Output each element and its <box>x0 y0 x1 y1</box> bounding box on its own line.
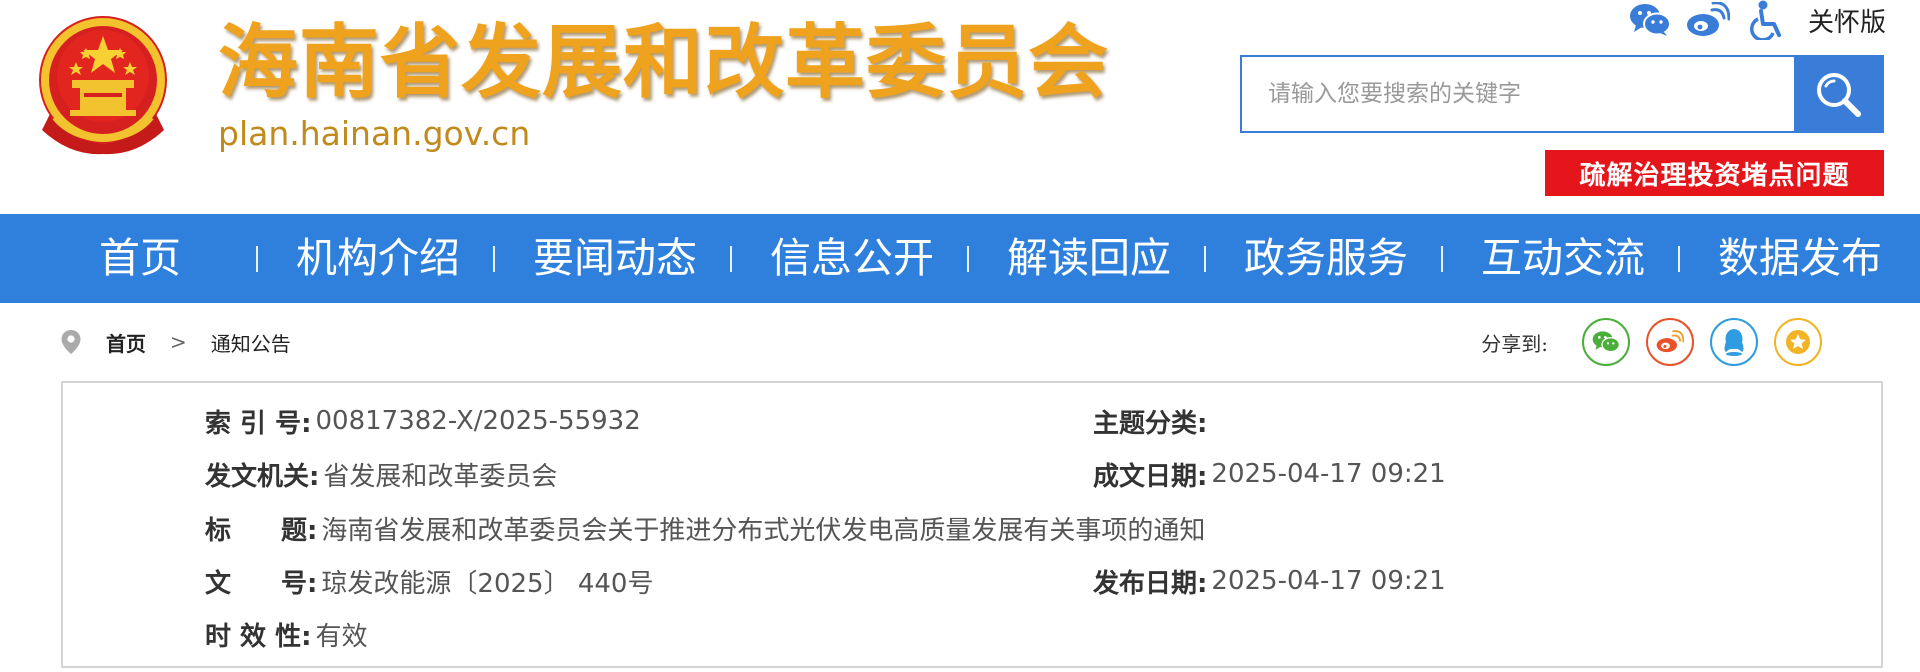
care-mode-link[interactable]: 关怀版 <box>1802 2 1886 39</box>
wechat-icon[interactable] <box>1628 0 1672 40</box>
nav-item-services[interactable]: 政务服务 <box>1244 214 1408 303</box>
topic-row: 主题分类: <box>1093 401 1211 441</box>
site-domain: plan.hainan.gov.cn <box>218 114 531 153</box>
share-favorite-button[interactable] <box>1774 318 1822 366</box>
nav-separator <box>967 246 969 272</box>
breadcrumb-separator: > <box>170 330 187 354</box>
title-label-first: 标 <box>205 515 232 546</box>
nav-separator <box>1441 246 1443 272</box>
nav-item-disclosure[interactable]: 信息公开 <box>770 214 934 303</box>
document-number-label-first: 文 <box>205 568 232 599</box>
share-bar: 分享到: <box>1481 316 1822 368</box>
wechat-icon <box>1592 331 1620 353</box>
document-info-panel: 索 引 号: 00817382-X/2025-55932 发文机关: 省发展和改… <box>61 381 1883 668</box>
weibo-icon[interactable] <box>1686 0 1730 40</box>
search-input[interactable] <box>1242 57 1794 131</box>
nav-item-interpretation[interactable]: 解读回应 <box>1007 214 1171 303</box>
validity-label: 时 效 性: <box>205 621 312 652</box>
nav-separator <box>1678 246 1680 272</box>
nav-separator <box>730 246 732 272</box>
breadcrumb: 首页 > 通知公告 <box>60 322 291 362</box>
search-icon <box>1817 73 1861 117</box>
nav-separator <box>493 246 495 272</box>
document-number-row: 文 号: 琼发改能源〔2025〕 440号 <box>205 561 653 601</box>
weibo-icon <box>1656 330 1684 353</box>
created-date-row: 成文日期: 2025-04-17 09:21 <box>1093 454 1446 494</box>
index-number-label: 索 引 号: <box>205 408 312 439</box>
issuer-row: 发文机关: 省发展和改革委员会 <box>205 454 557 494</box>
created-date-label: 成文日期: <box>1093 461 1208 492</box>
qq-icon <box>1724 329 1744 356</box>
star-icon <box>1786 330 1810 354</box>
published-date-label: 发布日期: <box>1093 568 1208 599</box>
site-header: 海南省发展和改革委员会 plan.hainan.gov.cn 关怀版 请输入您要… <box>0 0 1920 214</box>
site-title: 海南省发展和改革委员会 <box>218 16 1109 109</box>
document-number-label-second: 号: <box>281 568 318 599</box>
issuer-label: 发文机关: <box>205 461 320 492</box>
validity-value: 有效 <box>315 621 368 652</box>
nav-item-about[interactable]: 机构介绍 <box>296 214 460 303</box>
published-date-row: 发布日期: 2025-04-17 09:21 <box>1093 561 1446 601</box>
share-weibo-button[interactable] <box>1646 318 1694 366</box>
nav-item-home[interactable]: 首页 <box>99 214 181 303</box>
breadcrumb-current[interactable]: 通知公告 <box>211 328 291 357</box>
national-emblem-logo <box>36 14 170 156</box>
issuer-value: 省发展和改革委员会 <box>323 461 558 492</box>
location-pin-icon <box>61 330 81 354</box>
breadcrumb-home[interactable]: 首页 <box>106 328 146 357</box>
nav-separator <box>1204 246 1206 272</box>
title-label-second: 题: <box>281 515 318 546</box>
document-number-value: 琼发改能源〔2025〕 440号 <box>321 568 654 599</box>
search-box <box>1240 55 1884 133</box>
share-qq-button[interactable] <box>1710 318 1758 366</box>
index-number-value: 00817382-X/2025-55932 <box>315 406 641 436</box>
document-title-value: 海南省发展和改革委员会关于推进分布式光伏发电高质量发展有关事项的通知 <box>321 515 1206 546</box>
created-date-value: 2025-04-17 09:21 <box>1211 459 1446 489</box>
validity-row: 时 效 性: 有效 <box>205 614 368 654</box>
nav-item-interaction[interactable]: 互动交流 <box>1481 214 1645 303</box>
nav-item-data[interactable]: 数据发布 <box>1718 214 1882 303</box>
index-number-row: 索 引 号: 00817382-X/2025-55932 <box>205 401 641 441</box>
nav-item-news[interactable]: 要闻动态 <box>533 214 697 303</box>
title-row: 标 题: 海南省发展和改革委员会关于推进分布式光伏发电高质量发展有关事项的通知 <box>205 508 1205 548</box>
investment-bottleneck-banner[interactable]: 疏解治理投资堵点问题 <box>1545 150 1884 196</box>
share-label: 分享到: <box>1481 331 1548 356</box>
utility-bar: 关怀版 <box>1628 0 1886 40</box>
nav-separator <box>256 246 258 272</box>
share-wechat-button[interactable] <box>1582 318 1630 366</box>
accessibility-icon[interactable] <box>1744 0 1788 40</box>
search-button[interactable] <box>1794 57 1882 131</box>
topic-label: 主题分类: <box>1093 408 1208 439</box>
published-date-value: 2025-04-17 09:21 <box>1211 566 1446 596</box>
main-nav: 首页 机构介绍 要闻动态 信息公开 解读回应 政务服务 互动交流 数据发布 <box>0 214 1920 303</box>
